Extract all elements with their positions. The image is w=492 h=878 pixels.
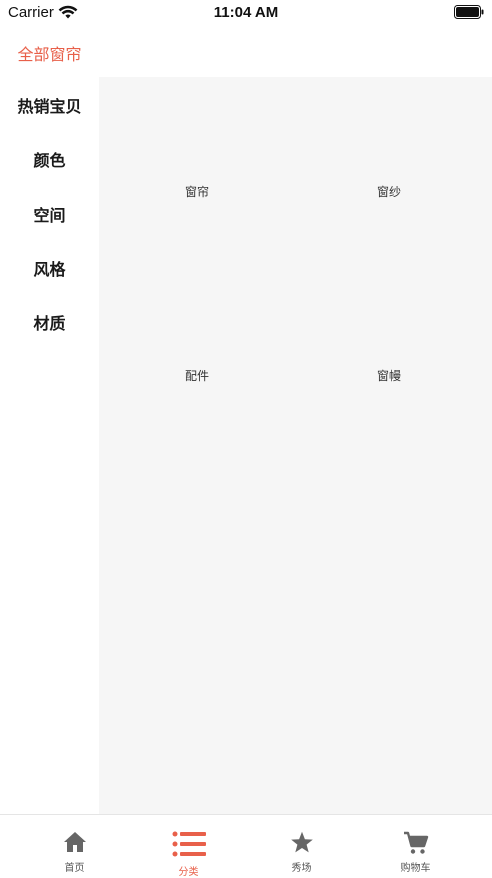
sidebar-item-label: 风格 — [33, 260, 66, 279]
sidebar-item-label: 颜色 — [33, 151, 66, 170]
sidebar-item-space[interactable]: 空间 — [0, 187, 99, 241]
category-label: 窗幔 — [376, 368, 401, 383]
tab-showcase[interactable]: 秀场 — [240, 815, 363, 878]
sidebar-item-color[interactable]: 颜色 — [0, 132, 99, 186]
cart-icon — [403, 831, 428, 854]
category-label: 窗纱 — [376, 184, 401, 199]
sidebar-item-label: 热销宝贝 — [17, 97, 82, 116]
sidebar-item-label: 材质 — [33, 314, 66, 333]
category-cell-accessories[interactable]: 配件 — [99, 360, 295, 390]
tab-label: 秀场 — [291, 863, 312, 874]
clock: 11:04 AM — [213, 4, 279, 21]
category-sidebar: 全部窗帘 热销宝贝 颜色 空间 风格 材质 — [0, 26, 99, 814]
sidebar-item-label: 全部窗帘 — [17, 45, 82, 64]
tab-home[interactable]: 首页 — [13, 815, 136, 878]
star-icon — [290, 831, 313, 853]
home-icon — [63, 832, 86, 852]
tab-category[interactable]: 分类 — [127, 815, 250, 878]
category-label: 配件 — [184, 368, 209, 383]
tab-cart[interactable]: 购物车 — [354, 815, 477, 878]
sidebar-item-style[interactable]: 风格 — [0, 241, 99, 295]
sidebar-item-hot-sellers[interactable]: 热销宝贝 — [0, 78, 99, 132]
sidebar-item-label: 空间 — [33, 206, 66, 225]
tab-label: 购物车 — [400, 863, 431, 874]
category-cell-valance[interactable]: 窗幔 — [291, 360, 487, 390]
tab-bar: 首页 分类 秀场 购物车 — [0, 814, 492, 878]
category-content: 窗帘 窗纱 配件 窗幔 — [99, 77, 492, 814]
list-icon — [172, 831, 206, 857]
sidebar-item-material[interactable]: 材质 — [0, 295, 99, 349]
category-cell-sheer[interactable]: 窗纱 — [291, 176, 487, 206]
sidebar-item-all-curtains[interactable]: 全部窗帘 — [0, 26, 99, 80]
category-label: 窗帘 — [184, 184, 209, 199]
tab-label: 分类 — [178, 867, 199, 878]
category-cell-curtain[interactable]: 窗帘 — [99, 176, 295, 206]
tab-label: 首页 — [64, 863, 85, 874]
battery-icon — [454, 5, 484, 19]
status-bar: Carrier 11:04 AM — [0, 0, 492, 26]
